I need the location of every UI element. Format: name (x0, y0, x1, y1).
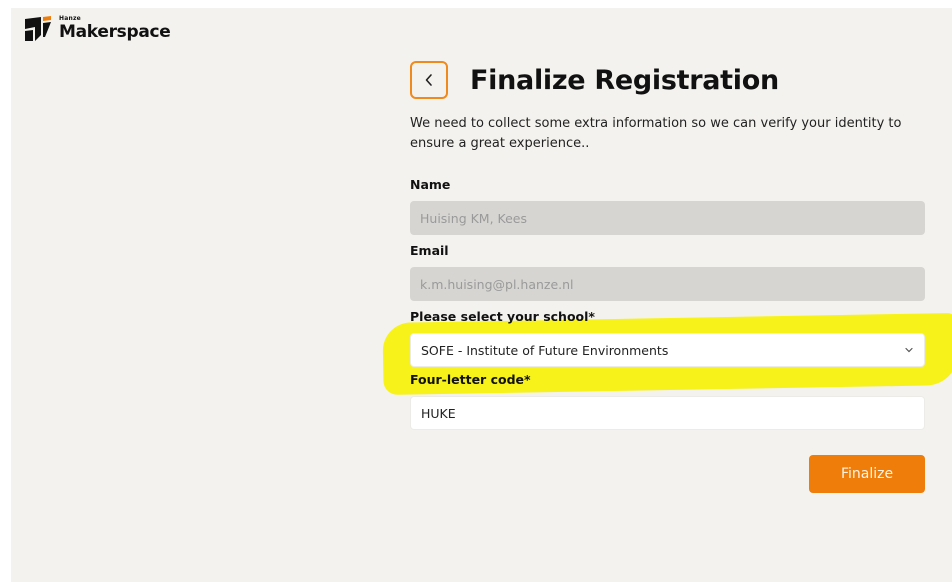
name-label: Name (410, 177, 451, 192)
school-select[interactable]: SOFE - Institute of Future Environments (410, 333, 925, 367)
chevron-down-icon (905, 347, 913, 353)
school-label: Please select your school* (410, 309, 595, 324)
code-value: HUKE (421, 405, 456, 421)
brand-name: Makerspace (59, 21, 171, 42)
school-value: SOFE - Institute of Future Environments (421, 342, 669, 358)
chevron-left-icon (425, 74, 432, 86)
email-value: k.m.huising@pl.hanze.nl (420, 276, 574, 292)
brand-small-text: Hanze (59, 14, 81, 22)
code-label: Four-letter code* (410, 372, 531, 387)
email-field: k.m.huising@pl.hanze.nl (410, 267, 925, 301)
name-value: Huising KM, Kees (420, 210, 528, 226)
code-input[interactable]: HUKE (410, 396, 925, 430)
finalize-button[interactable]: Finalize (809, 455, 925, 493)
brand-logo[interactable]: Hanze Makerspace (23, 13, 171, 43)
name-field: Huising KM, Kees (410, 201, 925, 235)
intro-text: We need to collect some extra informatio… (410, 116, 902, 151)
registration-form: Finalize Registration We need to collect… (410, 60, 925, 430)
makerspace-logo-icon (23, 13, 53, 43)
back-button[interactable] (410, 61, 448, 99)
page-title: Finalize Registration (470, 64, 779, 96)
email-label: Email (410, 243, 449, 258)
